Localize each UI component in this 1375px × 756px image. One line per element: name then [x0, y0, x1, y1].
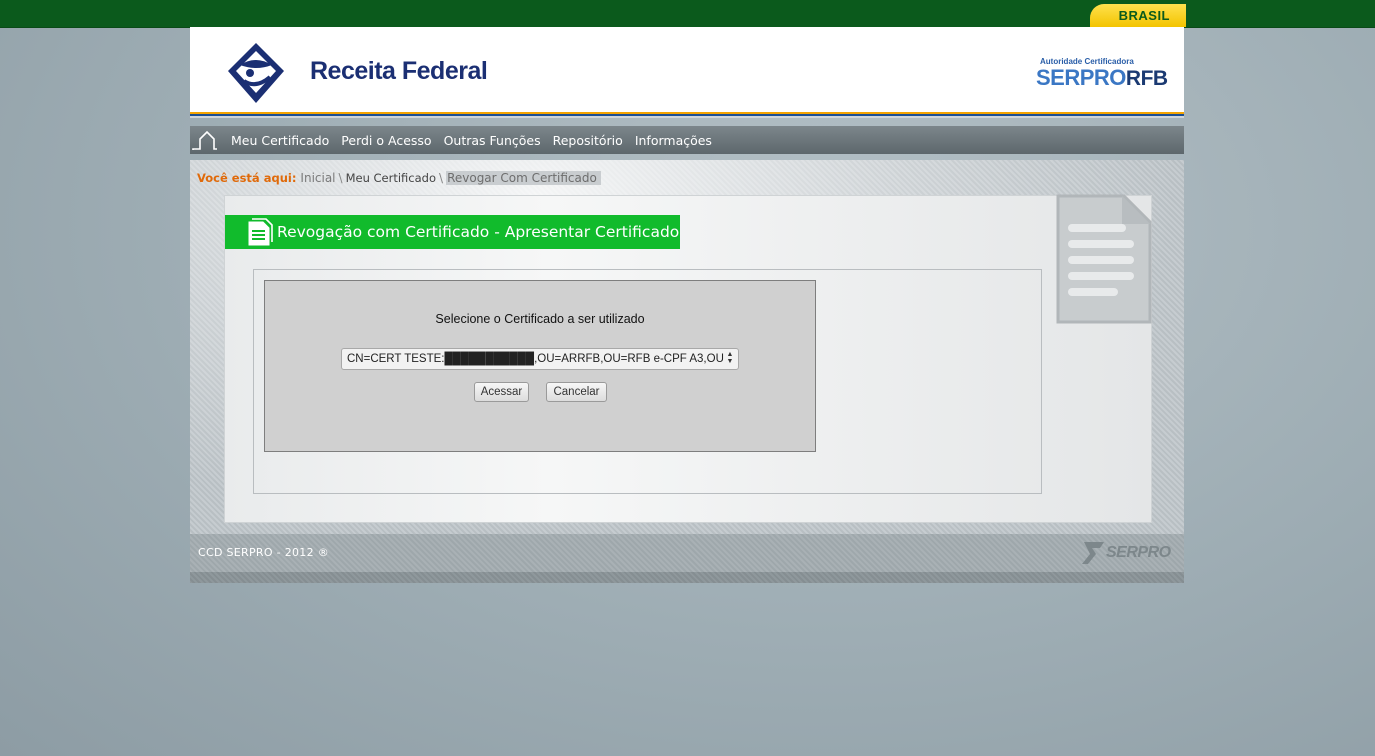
nav-item-outras-funcoes[interactable]: Outras Funções — [444, 133, 541, 148]
cancelar-button[interactable]: Cancelar — [546, 382, 607, 402]
nav-item-repositorio[interactable]: Repositório — [553, 133, 623, 148]
serpro-suffix: RFB — [1125, 67, 1168, 90]
site-footer: CCD SERPRO - 2012 ® SERPRO — [190, 534, 1184, 572]
document-watermark-icon — [1056, 194, 1152, 324]
serpro-footer-text: SERPRO — [1106, 544, 1171, 561]
nav-item-meu-certificado[interactable]: Meu Certificado — [231, 133, 329, 148]
document-icon — [248, 218, 273, 246]
home-icon[interactable] — [192, 129, 218, 151]
serpro-name: SERPRO — [1036, 65, 1126, 90]
breadcrumb-separator: \ — [439, 171, 444, 185]
serpro-footer-logo[interactable]: SERPRO — [1080, 540, 1171, 566]
nav-item-perdi-o-acesso[interactable]: Perdi o Acesso — [341, 133, 431, 148]
site-header: Receita Federal Autoridade Certificadora… — [190, 27, 1184, 113]
breadcrumb-item-current: Revogar Com Certificado — [446, 171, 601, 185]
certificate-select-value: CN=CERT TESTE:███████████,OU=ARRFB,OU=RF… — [347, 353, 724, 365]
serpro-rfb-logo[interactable]: SERPRORFB — [1036, 65, 1168, 91]
brasil-badge[interactable]: BRASIL — [1090, 4, 1186, 27]
breadcrumb-label: Você está aqui: — [197, 171, 297, 185]
nav-item-informacoes[interactable]: Informações — [635, 133, 712, 148]
breadcrumb-item-inicial[interactable]: Inicial — [300, 171, 335, 185]
breadcrumb: Você está aqui: Inicial \ Meu Certificad… — [197, 170, 601, 186]
footer-strip — [190, 572, 1184, 583]
acessar-button[interactable]: Acessar — [474, 382, 529, 402]
certificate-dialog: Selecione o Certificado a ser utilizado … — [264, 280, 816, 452]
receita-federal-logo-icon[interactable] — [226, 41, 286, 105]
footer-copyright: CCD SERPRO - 2012 ® — [198, 546, 329, 559]
receita-federal-title[interactable]: Receita Federal — [310, 57, 488, 86]
serpro-logo-icon — [1082, 542, 1104, 564]
header-stripe — [190, 112, 1184, 118]
main-navigation: Meu Certificado Perdi o Acesso Outras Fu… — [190, 126, 1184, 154]
breadcrumb-separator: \ — [338, 171, 343, 185]
select-arrows-icon: ▲ ▼ — [726, 351, 734, 365]
certificate-select[interactable]: CN=CERT TESTE:███████████,OU=ARRFB,OU=RF… — [341, 348, 739, 370]
certificate-prompt: Selecione o Certificado a ser utilizado — [435, 312, 645, 326]
page-title: Revogação com Certificado - Apresentar C… — [277, 223, 680, 241]
page-title-bar: Revogação com Certificado - Apresentar C… — [225, 215, 680, 249]
breadcrumb-item-meu-certificado[interactable]: Meu Certificado — [346, 171, 436, 185]
